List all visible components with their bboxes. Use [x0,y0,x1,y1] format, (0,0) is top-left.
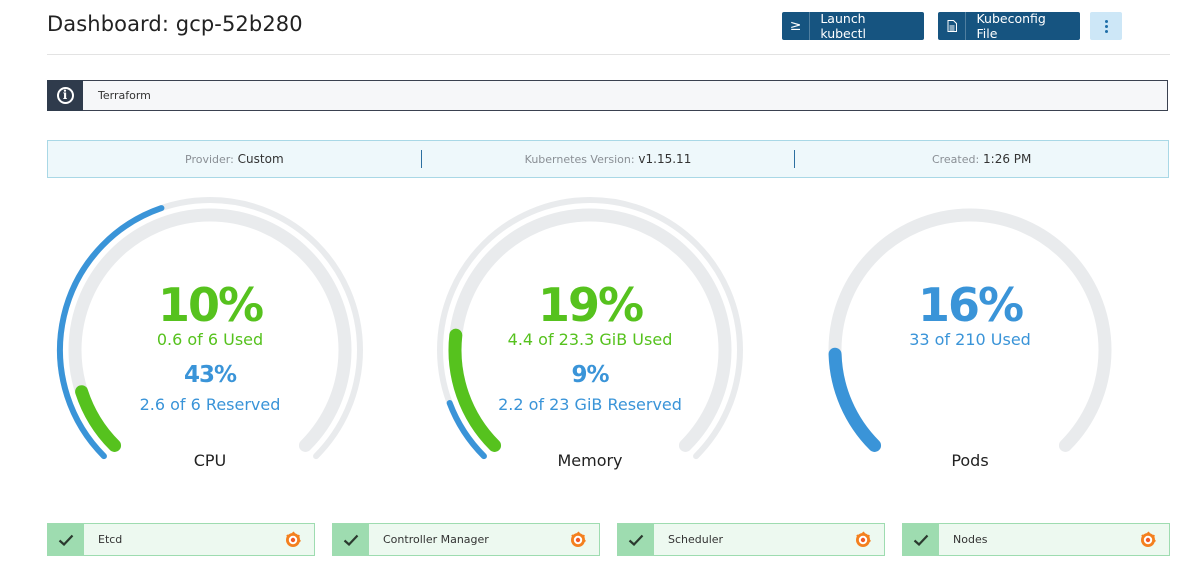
meta-provider: Provider: Custom [48,152,421,166]
check-icon [333,524,369,555]
pods-gauge-label: Pods [951,451,989,470]
terminal-icon: ≥ [782,12,811,40]
cpu-used-text: 0.6 of 6 Used [156,330,264,349]
memory-used-percent: 19% [537,278,644,332]
launch-kubectl-label: Launch kubectl [820,11,866,41]
memory-gauge: 19% 4.4 of 23.3 GiB Used 9% 2.2 of 23 Gi… [420,190,760,480]
used-blue-arc [828,347,882,452]
check-icon [903,524,939,555]
check-icon [48,524,84,555]
cpu-reserved-percent: 43% [183,362,237,388]
check-icon [618,524,654,555]
component-name: Nodes [953,533,988,546]
cpu-used-percent: 10% [157,278,264,332]
cpu-gauge: 10% 0.6 of 6 Used 43% 2.6 of 6 Reserved … [40,190,380,480]
memory-used-text: 4.4 of 23.3 GiB Used [507,330,673,349]
meta-k8s-version: Kubernetes Version: v1.15.11 [422,152,795,166]
pods-used-percent: 16% [917,278,1024,332]
grafana-icon[interactable] [284,530,302,549]
more-actions-button[interactable] [1090,12,1122,40]
memory-reserved-percent: 9% [571,362,609,388]
component-etcd[interactable]: Etcd [47,523,315,556]
info-icon: i [56,86,74,104]
cpu-gauge-label: CPU [193,451,227,470]
info-banner: i Terraform [47,79,1168,111]
pods-used-text: 33 of 210 Used [909,330,1031,349]
kubeconfig-file-label: Kubeconfig File [976,11,1046,41]
component-name: Scheduler [668,533,724,546]
page-title: Dashboard: gcp-52b280 [47,12,303,36]
vertical-dots-icon [1104,19,1108,33]
component-nodes[interactable]: Nodes [902,523,1170,556]
component-name: Etcd [98,533,123,546]
launch-kubectl-button[interactable]: ≥ Launch kubectl [782,11,924,41]
component-scheduler[interactable]: Scheduler [617,523,885,556]
meta-provider-key: Provider: [185,153,234,166]
meta-created: Created: 1:26 PM [795,152,1168,166]
grafana-icon[interactable] [569,530,587,549]
component-name: Controller Manager [383,533,489,546]
cluster-meta-bar: Provider: Custom Kubernetes Version: v1.… [47,140,1169,178]
info-icon-box: i [47,79,83,111]
file-icon [938,12,967,40]
meta-provider-value: Custom [237,152,284,166]
grafana-icon[interactable] [854,530,872,549]
cpu-reserved-text: 2.6 of 6 Reserved [139,395,281,414]
memory-reserved-text: 2.2 of 23 GiB Reserved [498,395,682,414]
memory-gauge-label: Memory [557,451,623,470]
component-controller-manager[interactable]: Controller Manager [332,523,600,556]
pods-gauge: 16% 33 of 210 Used Pods [800,190,1140,480]
meta-version-key: Kubernetes Version: [524,153,635,166]
meta-created-value: 1:26 PM [983,152,1032,166]
banner-text: Terraform [98,89,151,102]
meta-version-value: v1.15.11 [638,152,692,166]
kubeconfig-file-button[interactable]: Kubeconfig File [938,11,1080,41]
grafana-icon[interactable] [1139,530,1157,549]
meta-created-key: Created: [931,153,980,166]
